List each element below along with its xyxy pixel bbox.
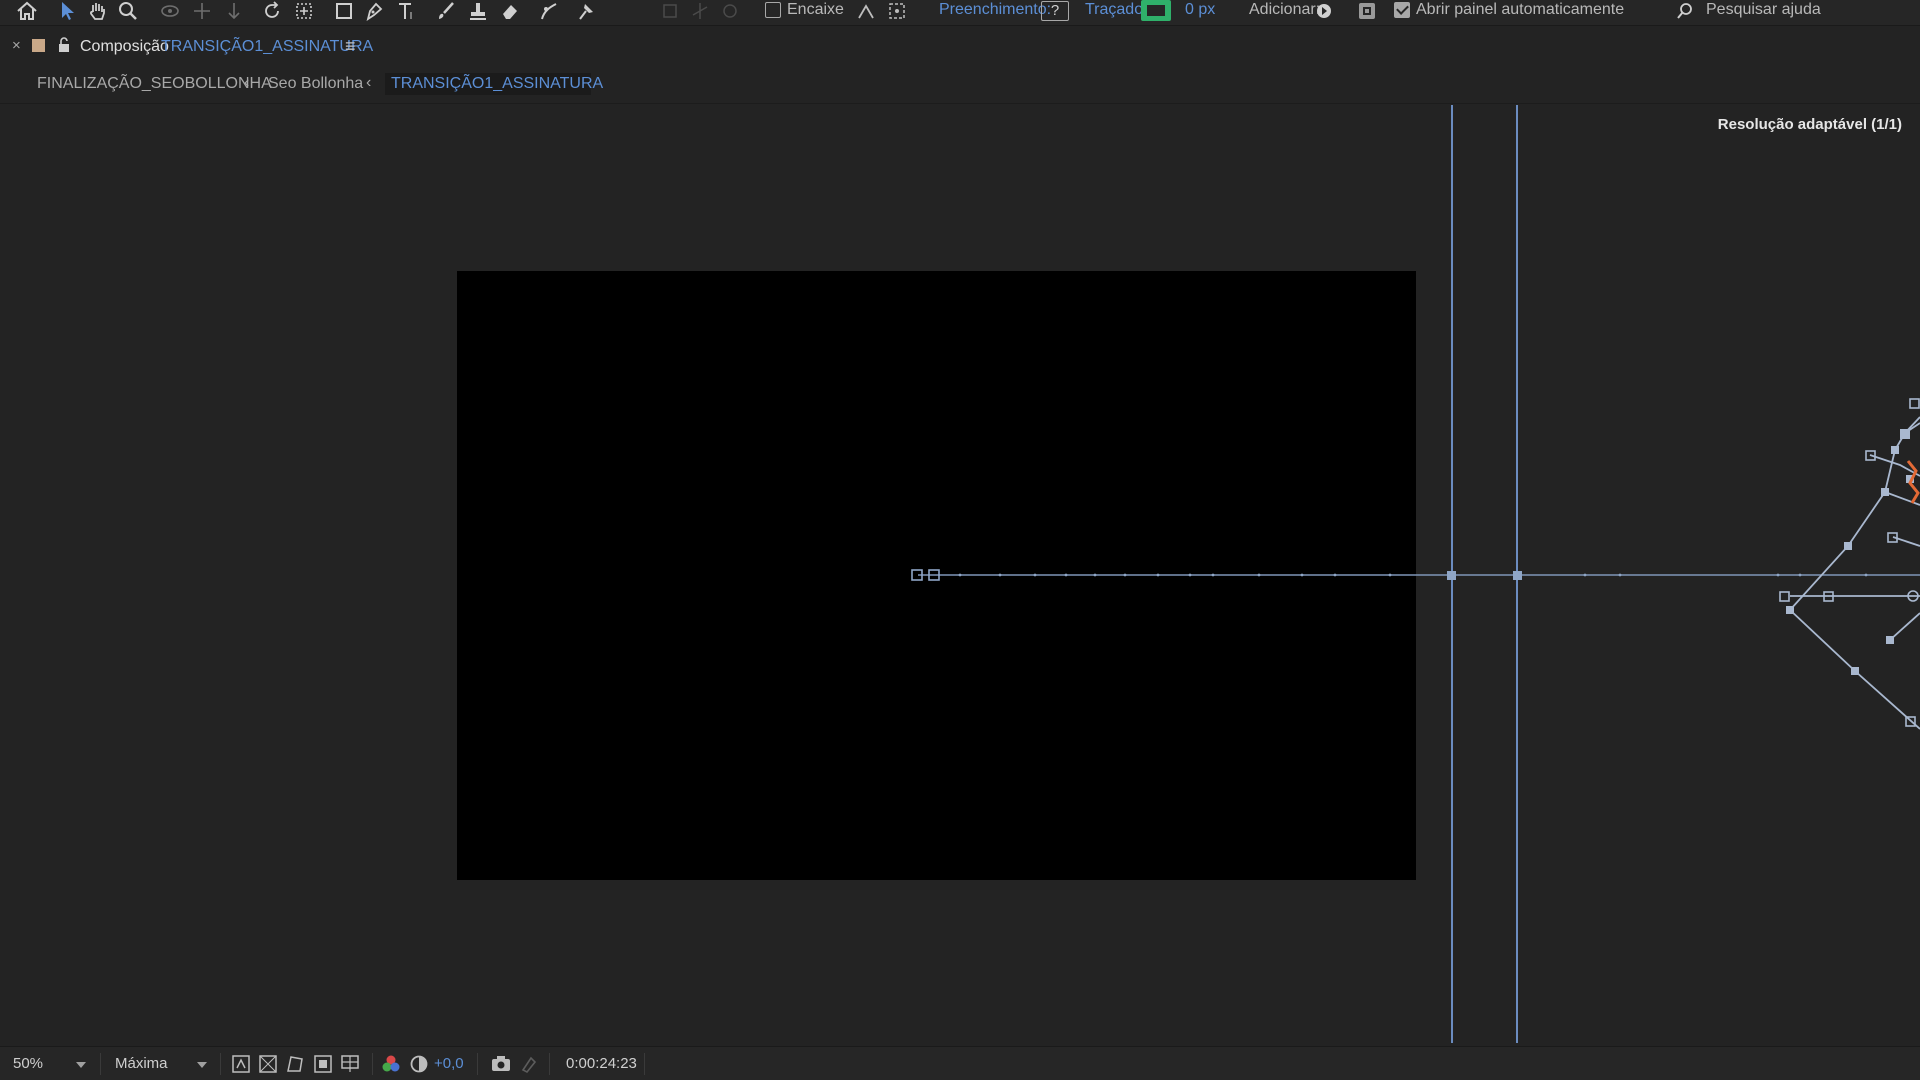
roto-brush-icon[interactable] [536, 0, 562, 22]
rectangle-tool-icon[interactable] [332, 0, 356, 22]
anchor-point-tool-icon[interactable] [292, 0, 316, 22]
divider [100, 1053, 101, 1075]
snapping-label: Encaixe [787, 1, 844, 18]
fill-swatch[interactable]: ? [1041, 1, 1069, 21]
camera-snapshot-icon[interactable] [490, 1053, 512, 1075]
divider [220, 1053, 221, 1075]
home-icon[interactable] [14, 0, 40, 22]
composition-viewer[interactable]: Resolução adaptável (1/1) [0, 105, 1920, 1045]
comp-color-label[interactable] [32, 39, 45, 52]
stroke-width-value[interactable]: 0 px [1185, 0, 1215, 22]
panel-menu-icon[interactable]: ≡ [345, 36, 356, 56]
stroke-swatch[interactable] [1141, 0, 1171, 21]
snap-options-icon[interactable] [854, 0, 878, 22]
search-help-field[interactable]: Pesquisar ajuda [1706, 0, 1821, 22]
auto-open-panel-checkbox[interactable] [1394, 2, 1410, 18]
pen-tool-icon[interactable] [362, 0, 386, 22]
composition-panel-header: × Composição TRANSIÇÃO1_ASSINATURA ≡ [0, 27, 1920, 67]
snap-target-icon[interactable] [885, 0, 909, 22]
grid-guides-icon[interactable] [340, 1053, 360, 1075]
orbit-camera-icon[interactable] [158, 0, 182, 22]
eraser-tool-icon[interactable] [498, 0, 522, 22]
panel-comp-name[interactable]: TRANSIÇÃO1_ASSINATURA [161, 37, 373, 57]
exposure-value[interactable]: +0,0 [434, 1055, 464, 1073]
show-snapshot-icon[interactable] [519, 1053, 539, 1075]
brush-tool-icon[interactable] [434, 0, 458, 22]
breadcrumb-item-finalizacao[interactable]: FINALIZAÇÃO_SEOBOLLONHA [37, 74, 272, 94]
breadcrumb-separator: ‹ [366, 74, 372, 91]
divider [477, 1053, 478, 1075]
unlock-icon[interactable] [57, 37, 71, 58]
clone-stamp-icon[interactable] [466, 0, 490, 22]
breadcrumb: FINALIZAÇÃO_SEOBOLLONHA ‹ Seo Bollonha ‹… [0, 67, 1920, 104]
path-vertex[interactable] [1513, 571, 1522, 580]
resolution-indicator: Resolução adaptável (1/1) [1717, 116, 1902, 133]
divider [549, 1053, 550, 1075]
current-timecode[interactable]: 0:00:24:23 [566, 1055, 637, 1073]
region-of-interest-icon[interactable] [313, 1053, 333, 1075]
puppet-pin-icon[interactable] [574, 0, 598, 22]
search-icon[interactable] [1674, 0, 1696, 22]
world-axis-icon[interactable] [688, 0, 712, 22]
snapping-checkbox[interactable] [765, 2, 781, 18]
zoom-tool-icon[interactable] [116, 0, 140, 22]
hand-tool-icon[interactable] [86, 0, 110, 22]
auto-open-panel-label: Abrir painel automaticamente [1416, 1, 1625, 18]
resolution-dropdown[interactable]: Máxima [115, 1055, 168, 1073]
dolly-camera-icon[interactable] [222, 0, 246, 22]
type-tool-icon[interactable] [394, 0, 418, 22]
mask-shape[interactable] [1789, 416, 1920, 730]
tools-toolbar: Encaixe Preenchimento: ? Traçado: 0 px A… [0, 0, 1920, 26]
bevel-icon[interactable] [1356, 0, 1378, 22]
close-panel-icon[interactable]: × [12, 36, 21, 56]
fill-label[interactable]: Preenchimento: [939, 0, 1051, 22]
rotation-tool-icon[interactable] [260, 0, 284, 22]
stroke-label[interactable]: Traçado: [1085, 0, 1148, 22]
local-axis-icon[interactable] [658, 0, 682, 22]
breadcrumb-item-seo-bollonha[interactable]: Seo Bollonha [268, 74, 363, 94]
breadcrumb-item-transicao[interactable]: TRANSIÇÃO1_ASSINATURA [391, 74, 603, 94]
breadcrumb-separator: ‹ [244, 74, 250, 91]
fast-previews-icon[interactable] [231, 1053, 251, 1075]
mask-path-overlay[interactable] [0, 105, 1920, 1045]
view-axis-icon[interactable] [718, 0, 742, 22]
transparency-grid-icon[interactable] [258, 1053, 278, 1075]
reset-exposure-icon[interactable] [409, 1053, 429, 1075]
pan-camera-icon[interactable] [190, 0, 214, 22]
viewer-footer-bar: 50% Máxima +0,0 0:00:24:23 [0, 1046, 1920, 1080]
chevron-down-icon[interactable] [197, 1062, 207, 1068]
add-property-icon[interactable] [1314, 0, 1334, 22]
mask-visibility-icon[interactable] [285, 1053, 305, 1075]
path-vertex[interactable] [1447, 571, 1456, 580]
divider [372, 1053, 373, 1075]
add-label: Adicionar: [1249, 1, 1321, 18]
selection-tool-icon[interactable] [56, 0, 80, 22]
panel-title-prefix: Composição [80, 38, 169, 55]
mask-vertices[interactable] [1786, 429, 1914, 675]
magnification-dropdown[interactable]: 50% [13, 1055, 43, 1073]
channel-rgb-icon[interactable] [381, 1053, 401, 1075]
divider [644, 1053, 645, 1075]
chevron-down-icon[interactable] [76, 1062, 86, 1068]
